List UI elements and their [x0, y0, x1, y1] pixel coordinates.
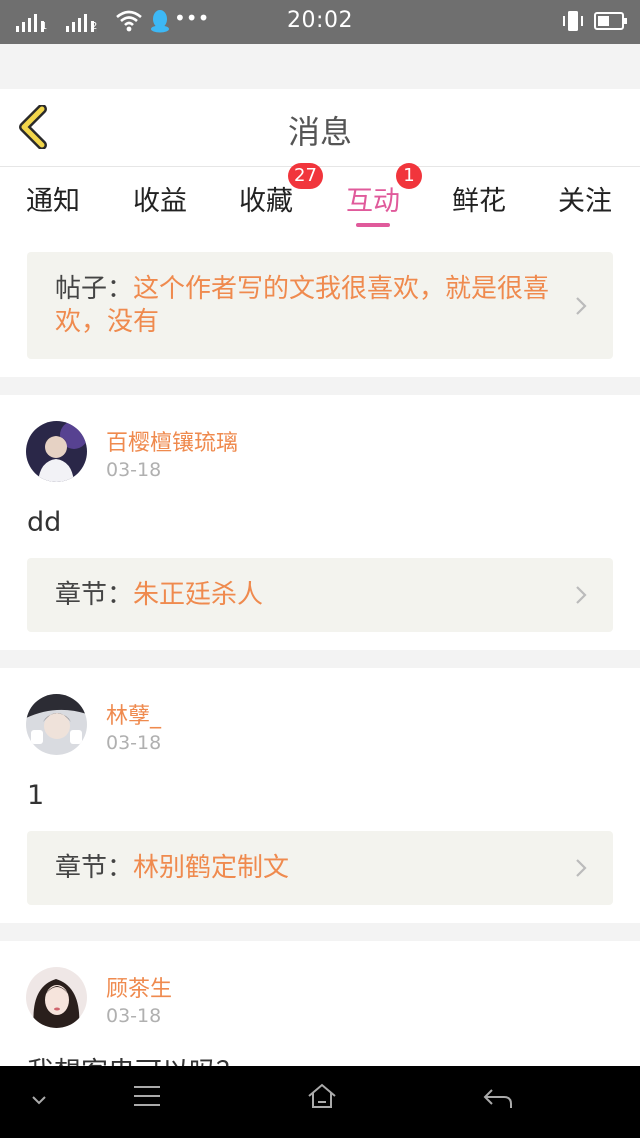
tab-favorites[interactable]: 收藏 27	[239, 163, 323, 218]
tab-notifications[interactable]: 通知	[26, 179, 80, 218]
comment-text: 我想客串可以吗？	[27, 1050, 243, 1066]
chapter-title: 朱正廷杀人	[133, 580, 264, 610]
reference-label: 章节：	[55, 580, 134, 610]
chapter-reference[interactable]: 章节：林别鹤定制文	[27, 831, 613, 905]
username[interactable]: 顾茶生	[106, 971, 172, 1003]
battery-icon	[594, 12, 627, 30]
message-date: 03-18	[106, 1005, 162, 1027]
active-tab-indicator	[356, 223, 390, 227]
back-icon[interactable]	[482, 1086, 514, 1112]
clock: 20:02	[287, 8, 353, 33]
comment-text: 1	[27, 780, 45, 811]
chapter-title: 林别鹤定制文	[133, 853, 290, 883]
page-title: 消息	[287, 113, 352, 151]
system-navigation-bar	[0, 1066, 640, 1138]
chevron-down-icon[interactable]	[30, 1094, 48, 1106]
message-card: 林孽_ 03-18 1 章节：林别鹤定制文	[0, 668, 640, 923]
chevron-right-icon	[576, 859, 587, 877]
message-card: 帖子：这个作者写的文我很喜欢，就是很喜欢，没有	[0, 235, 640, 377]
tab-earnings[interactable]: 收益	[133, 179, 187, 218]
username[interactable]: 百樱檀镶琉璃	[106, 425, 238, 457]
chapter-reference[interactable]: 章节：朱正廷杀人	[27, 558, 613, 632]
home-icon[interactable]	[306, 1082, 338, 1110]
message-card: 顾茶生 03-18 我想客串可以吗？	[0, 941, 640, 1066]
tab-bar: 通知 收益 收藏 27 互动 1 鲜花 关注	[0, 163, 640, 235]
tab-label: 鲜花	[452, 186, 506, 217]
reference-label: 帖子：	[55, 274, 134, 304]
tab-interactions[interactable]: 互动 1	[346, 163, 422, 227]
favorites-count-badge: 27	[288, 163, 323, 189]
chevron-right-icon	[576, 586, 587, 604]
message-date: 03-18	[106, 459, 162, 481]
avatar[interactable]	[26, 694, 87, 755]
username[interactable]: 林孽_	[106, 698, 161, 730]
vibrate-icon	[563, 11, 583, 31]
tab-label: 收益	[133, 186, 187, 217]
page-header: 消息	[0, 89, 640, 167]
reference-label: 章节：	[55, 853, 134, 883]
tab-flowers[interactable]: 鲜花	[452, 179, 506, 218]
tab-label: 关注	[558, 186, 612, 217]
tab-follows[interactable]: 关注	[558, 179, 612, 218]
chevron-right-icon	[576, 296, 587, 315]
interactions-count-badge: 1	[396, 163, 422, 189]
message-date: 03-18	[106, 732, 162, 754]
avatar[interactable]	[26, 421, 87, 482]
avatar[interactable]	[26, 967, 87, 1028]
comment-text: dd	[27, 507, 62, 538]
message-card: 百樱檀镶琉璃 03-18 dd 章节：朱正廷杀人	[0, 395, 640, 650]
tab-label: 收藏	[239, 186, 293, 217]
tab-label: 互动	[346, 186, 400, 217]
tab-label: 通知	[26, 186, 80, 217]
menu-icon[interactable]	[132, 1084, 162, 1108]
post-reference[interactable]: 帖子：这个作者写的文我很喜欢，就是很喜欢，没有	[27, 252, 613, 359]
status-bar: 1 2 ••• 20:02	[0, 0, 640, 44]
